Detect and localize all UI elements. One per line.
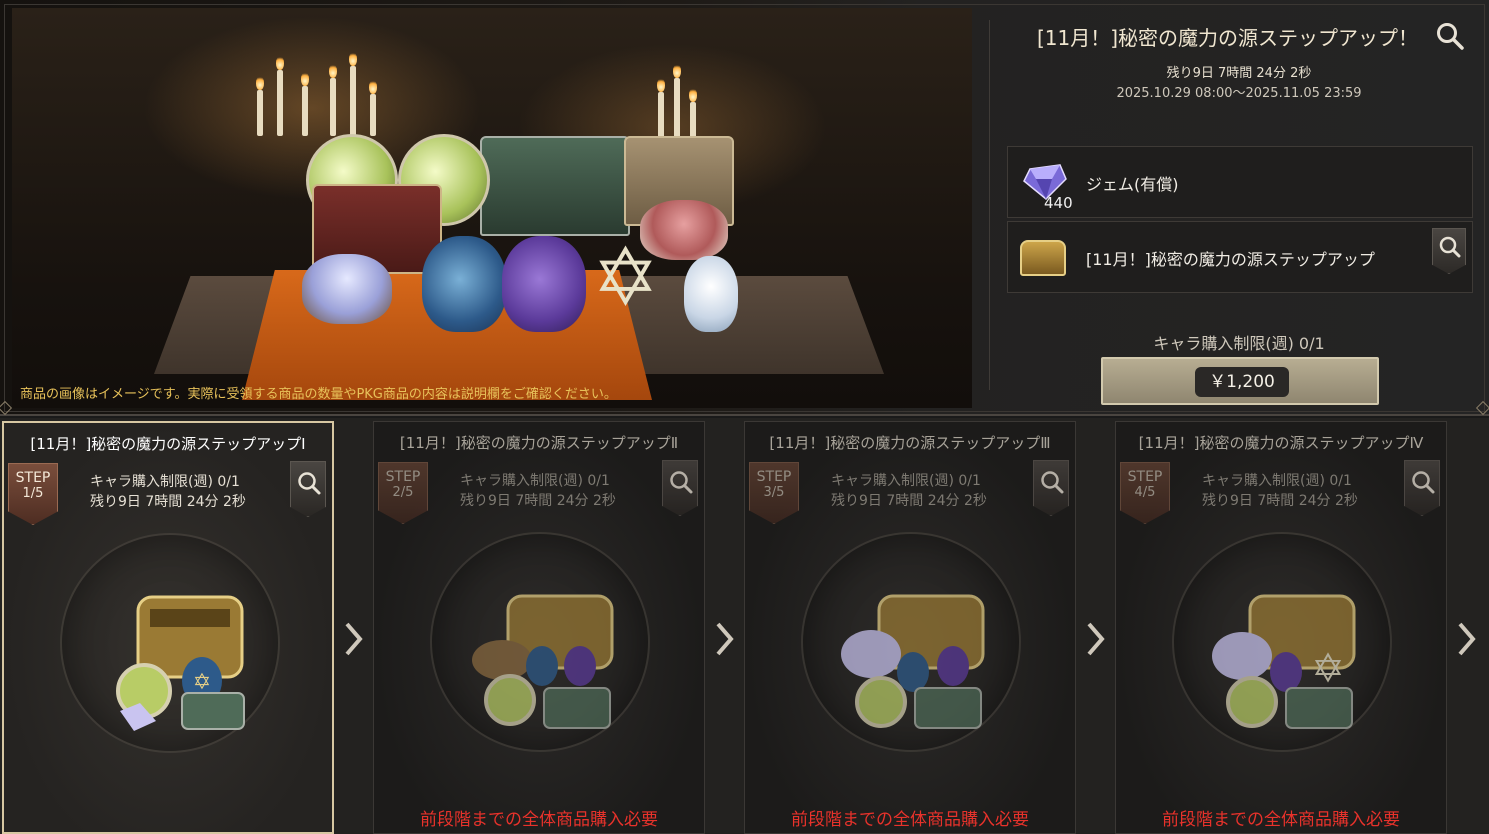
search-icon <box>1041 471 1064 494</box>
step-number: 2/5 <box>392 485 414 500</box>
next-step-arrow <box>711 616 737 662</box>
search-icon <box>298 472 321 495</box>
search-icon <box>670 471 693 494</box>
step-badge-label: STEP <box>385 469 421 485</box>
purple-pouch <box>502 236 586 332</box>
candle <box>658 92 664 142</box>
candle <box>370 94 376 136</box>
item-quantity: 440 <box>1044 194 1073 212</box>
search-icon <box>1439 236 1461 258</box>
search-button[interactable] <box>1434 20 1466 52</box>
step-card-4[interactable]: [11月！]秘密の魔力の源ステップアップⅣ STEP 4/5 キャラ購入制限(週… <box>1115 421 1447 834</box>
package-image <box>841 594 985 729</box>
chevron-right-icon <box>1458 622 1476 656</box>
page-title: [11月！]秘密の魔力の源ステップアップ！ <box>1036 26 1418 50</box>
step-card-1[interactable]: [11月！]秘密の魔力の源ステップアップⅠ STEP 1/5 キャラ購入制限(週… <box>2 421 334 834</box>
search-icon <box>1437 23 1464 50</box>
buy-button[interactable]: ￥1,200 <box>1101 357 1379 405</box>
step-detail-button[interactable] <box>1404 460 1440 516</box>
candle-flame <box>276 56 284 70</box>
candle-flame <box>673 64 681 78</box>
candle-flame <box>689 88 697 102</box>
step-remaining-time: 残り9日 7時間 24分 2秒 <box>1202 493 1358 509</box>
step-title: [11月！]秘密の魔力の源ステップアップⅡ <box>399 434 679 452</box>
step-detail-button[interactable] <box>290 461 326 517</box>
title-row: [11月！]秘密の魔力の源ステップアップ！ <box>996 20 1466 52</box>
step-requirement: 前段階までの全体商品購入必要 <box>1162 810 1400 830</box>
price-label: ￥1,200 <box>1195 367 1289 397</box>
image-disclaimer: 商品の画像はイメージです。実際に受領する商品の数量やPKG商品の内容は説明欄をご… <box>20 387 617 402</box>
step-card-3[interactable]: [11月！]秘密の魔力の源ステップアップⅢ STEP 3/5 キャラ購入制限(週… <box>744 421 1076 834</box>
chevron-right-icon <box>1087 622 1105 656</box>
step-purchase-limit: キャラ購入制限(週) 0/1 <box>460 473 610 489</box>
content-item-gem[interactable]: 440 ジェム(有償) <box>1007 146 1473 218</box>
next-step-arrow[interactable] <box>1453 616 1479 662</box>
package-image: ✡ <box>1212 594 1356 729</box>
candle-flame <box>657 78 665 92</box>
candle-flame <box>369 80 377 94</box>
candle-flame <box>301 72 309 86</box>
blue-pouch <box>422 236 506 332</box>
step-purchase-limit: キャラ購入制限(週) 0/1 <box>831 473 981 489</box>
step-badge-label: STEP <box>15 470 51 486</box>
content-item-package[interactable]: [11月！]秘密の魔力の源ステップアップ <box>1007 221 1473 293</box>
step-remaining-time: 残り9日 7時間 24分 2秒 <box>460 493 616 509</box>
package-image: ✡ <box>116 595 245 731</box>
next-step-arrow <box>1082 616 1108 662</box>
search-icon <box>1412 471 1435 494</box>
step-requirement: 前段階までの全体商品購入必要 <box>791 810 1029 830</box>
chevron-right-icon <box>716 622 734 656</box>
chevron-right-icon <box>345 622 363 656</box>
next-step-arrow <box>340 616 366 662</box>
step-badge: STEP 1/5 <box>8 463 58 525</box>
green-chest <box>480 136 630 236</box>
candle <box>674 78 680 142</box>
step-detail-button[interactable] <box>1033 460 1069 516</box>
candle <box>302 86 308 136</box>
step-badge: STEP 3/5 <box>749 462 799 524</box>
step-remaining-time: 残り9日 7時間 24分 2秒 <box>831 493 987 509</box>
step-list: [11月！]秘密の魔力の源ステップアップⅠ STEP 1/5 キャラ購入制限(週… <box>0 418 1489 834</box>
candle <box>350 66 356 136</box>
step-title: [11月！]秘密の魔力の源ステップアップⅢ <box>769 434 1051 452</box>
candle <box>330 78 336 136</box>
package-image <box>472 594 614 729</box>
step-card-2[interactable]: [11月！]秘密の魔力の源ステップアップⅡ STEP 2/5 キャラ購入制限(週… <box>373 421 705 834</box>
jewel-bowl <box>640 200 728 260</box>
item-name: ジェム(有償) <box>1086 175 1179 194</box>
step-purchase-limit: キャラ購入制限(週) 0/1 <box>90 474 240 490</box>
step-title: [11月！]秘密の魔力の源ステップアップⅠ <box>30 435 306 453</box>
candle-flame <box>349 52 357 66</box>
step-title: [11月！]秘密の魔力の源ステップアップⅣ <box>1138 434 1424 452</box>
remaining-time: 残り9日 7時間 24分 2秒 <box>1166 66 1312 81</box>
step-number: 1/5 <box>22 486 44 501</box>
product-artwork: ✡ <box>12 8 972 408</box>
svg-text:✡: ✡ <box>193 670 211 695</box>
divider <box>989 20 990 390</box>
step-badge-label: STEP <box>1127 469 1163 485</box>
step-remaining-time: 残り9日 7時間 24分 2秒 <box>90 494 246 510</box>
step-badge-label: STEP <box>756 469 792 485</box>
purchase-limit: キャラ購入制限(週) 0/1 <box>1153 334 1325 353</box>
treasure-chest-icon <box>1020 240 1066 276</box>
sale-period: 2025.10.29 08:00～2025.11.05 23:59 <box>1116 86 1362 101</box>
item-name: [11月！]秘密の魔力の源ステップアップ <box>1086 250 1375 269</box>
product-banner: ✡ 商品の画像はイメージです。実際に受領する商品の数量やPKG商品の内容は説明欄… <box>0 0 1489 416</box>
step-purchase-limit: キャラ購入制限(週) 0/1 <box>1202 473 1352 489</box>
step-number: 3/5 <box>763 485 785 500</box>
step-requirement: 前段階までの全体商品購入必要 <box>420 810 658 830</box>
candle-flame <box>256 76 264 90</box>
step-badge: STEP 2/5 <box>378 462 428 524</box>
candle <box>277 70 283 136</box>
candle-flame <box>329 64 337 78</box>
gem-sack <box>302 254 392 324</box>
step-badge: STEP 4/5 <box>1120 462 1170 524</box>
step-detail-button[interactable] <box>662 460 698 516</box>
svg-text:✡: ✡ <box>1311 646 1345 692</box>
crystal-bottles <box>684 256 738 332</box>
step-number: 4/5 <box>1134 485 1156 500</box>
candle <box>257 90 263 136</box>
item-detail-button[interactable] <box>1432 228 1466 274</box>
